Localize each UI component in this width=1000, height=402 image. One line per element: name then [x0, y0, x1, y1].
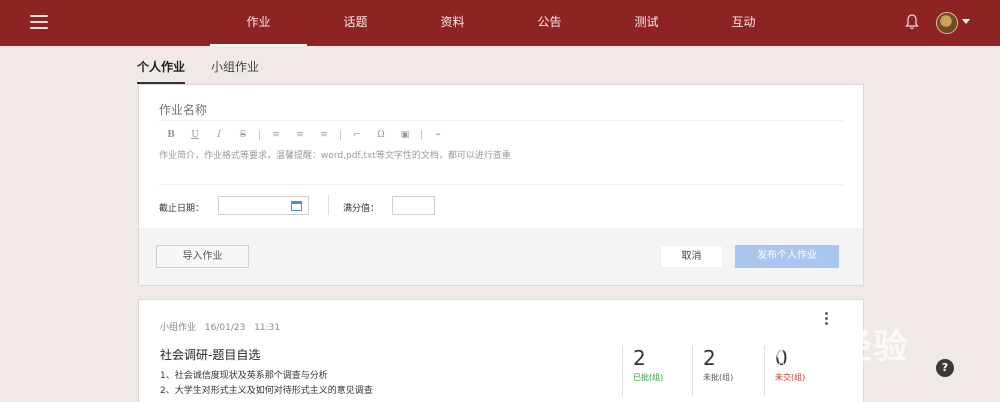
- divider: [159, 184, 843, 185]
- homework-title[interactable]: 社会调研-题目自选: [160, 346, 260, 363]
- nav-item-materials[interactable]: 资料: [404, 0, 501, 46]
- nav-item-topics[interactable]: 话题: [307, 0, 404, 46]
- align-center-icon[interactable]: ≡: [288, 130, 312, 140]
- strikethrough-icon[interactable]: S: [231, 130, 255, 140]
- align-right-icon[interactable]: ≡: [312, 130, 336, 140]
- nav-item-homework[interactable]: 作业: [210, 0, 307, 46]
- homework-meta: 小组作业 16/01/23 11:31: [160, 320, 286, 333]
- homework-date: 16/01/23: [204, 323, 246, 333]
- homework-type: 小组作业: [160, 323, 197, 333]
- bell-icon[interactable]: [905, 14, 919, 30]
- nav-item-interaction[interactable]: 互动: [695, 0, 792, 46]
- stat-graded-value: 2: [633, 346, 646, 370]
- toolbar-divider: [421, 130, 422, 140]
- homework-item: 1、社会诚信度现状及英系那个调查与分析: [160, 371, 328, 381]
- deadline-label: 截止日期：: [159, 204, 205, 214]
- tab-group-homework[interactable]: 小组作业: [211, 58, 259, 84]
- help-icon[interactable]: ?: [936, 359, 954, 377]
- hamburger-icon[interactable]: [30, 15, 48, 29]
- tab-personal-homework[interactable]: 个人作业: [137, 58, 186, 84]
- image-icon[interactable]: ▣: [393, 130, 417, 140]
- toolbar-divider: [259, 130, 260, 140]
- score-input[interactable]: [392, 196, 435, 215]
- calendar-icon[interactable]: [291, 201, 302, 211]
- code-icon[interactable]: ⌐: [345, 130, 369, 140]
- stat-graded[interactable]: 2 已批(组): [622, 346, 692, 396]
- homework-description[interactable]: 作业简介，作业格式等要求，温馨提醒：word,pdf,txt等文字性的文档，都可…: [159, 148, 511, 161]
- toolbar-divider: [340, 130, 341, 140]
- chevron-down-icon[interactable]: [962, 19, 970, 24]
- align-left-icon[interactable]: ≡: [264, 130, 288, 140]
- homework-title-input[interactable]: [159, 99, 843, 121]
- nav-item-announcements[interactable]: 公告: [501, 0, 598, 46]
- omega-icon[interactable]: Ω: [369, 130, 393, 140]
- nav-item-tests[interactable]: 测试: [598, 0, 695, 46]
- import-homework-button[interactable]: 导入作业: [156, 245, 249, 268]
- homework-time: 11:31: [254, 323, 281, 333]
- editor-toolbar: B U I S ≡ ≡ ≡ ⌐ Ω ▣ ⌁: [159, 127, 450, 143]
- homework-item: 2、大学生对形式主义及如何对待形式主义的意见调查: [160, 386, 373, 396]
- main-nav: 作业 话题 资料 公告 测试 互动: [210, 0, 792, 46]
- publish-personal-homework-button[interactable]: 发布个人作业: [735, 245, 839, 268]
- paperclip-icon[interactable]: ⌁: [426, 130, 450, 140]
- cancel-button[interactable]: 取消: [660, 245, 723, 268]
- homework-editor: B U I S ≡ ≡ ≡ ⌐ Ω ▣ ⌁ 作业简介，作业格式等要求，温馨提醒：…: [138, 84, 864, 286]
- field-divider: [328, 195, 329, 215]
- watermark-url: jingyan.baidu.com: [758, 359, 860, 372]
- top-nav-bar: 作业 话题 资料 公告 测试 互动: [0, 0, 1000, 46]
- bold-icon[interactable]: B: [159, 130, 183, 140]
- stat-not-submitted-label: 未交(组): [775, 373, 806, 382]
- score-label: 满分值：: [343, 204, 380, 214]
- italic-icon[interactable]: I: [207, 130, 231, 140]
- deadline-input[interactable]: [218, 196, 309, 215]
- underline-icon[interactable]: U: [183, 130, 207, 140]
- avatar[interactable]: [936, 12, 958, 34]
- stat-ungraded-label: 未批(组): [703, 373, 734, 382]
- editor-footer: 导入作业 取消 发布个人作业: [139, 228, 863, 285]
- homework-tabs: 个人作业 小组作业: [137, 58, 285, 84]
- stat-graded-label: 已批(组): [633, 373, 664, 382]
